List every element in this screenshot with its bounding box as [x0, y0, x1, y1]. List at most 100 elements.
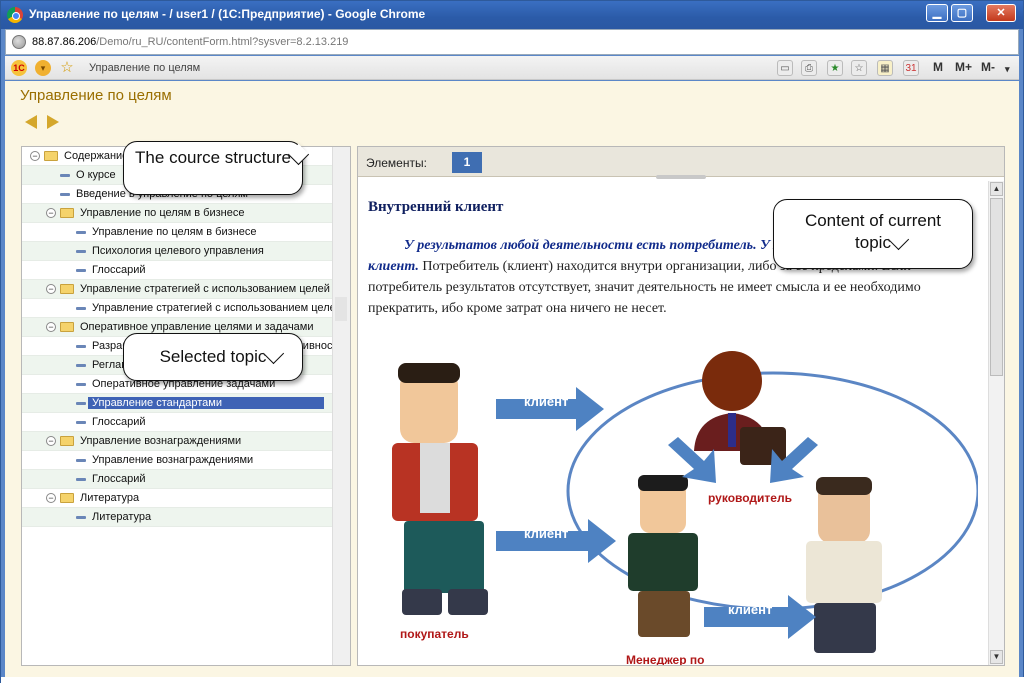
maximize-button[interactable]: ▢: [951, 4, 973, 22]
document-scrollbar[interactable]: ▲ ▼: [988, 181, 1004, 665]
topic-icon: [76, 231, 86, 234]
manager-figure: [628, 475, 698, 637]
chrome-icon: [7, 7, 23, 23]
memory-button[interactable]: M: [933, 60, 943, 74]
forward-arrow-icon[interactable]: [47, 115, 59, 129]
title-bar: Управление по целям - / user1 / (1С:Пред…: [1, 1, 1023, 29]
head-figure: [694, 351, 786, 465]
favorites-icon[interactable]: ☆: [851, 60, 867, 76]
collapse-toggle-icon[interactable]: −: [46, 322, 56, 332]
topic-icon: [76, 478, 86, 481]
topic-icon: [60, 174, 70, 177]
tree-topic-row[interactable]: Управление по целям в бизнесе: [22, 223, 332, 242]
tree-item-label: Управление стратегией с использованием ц…: [80, 283, 330, 295]
collapse-toggle-icon[interactable]: −: [46, 493, 56, 503]
folder-icon: [60, 436, 74, 446]
topic-heading: Внутренний клиент: [368, 199, 504, 215]
topic-icon: [76, 345, 86, 348]
callout-course-structure: The cource structure: [123, 141, 303, 195]
add-favorite-icon[interactable]: ★: [827, 60, 843, 76]
tree-folder-row[interactable]: − Управление по целям в бизнесе: [22, 204, 332, 223]
folder-icon: [60, 322, 74, 332]
topic-icon: [76, 364, 86, 367]
tree-topic-row[interactable]: Управление вознаграждениями: [22, 451, 332, 470]
toolbar-more-icon[interactable]: ▾: [1005, 64, 1010, 75]
tree-topic-row[interactable]: Психология целевого управления: [22, 242, 332, 261]
url-text[interactable]: 88.87.86.206/Demo/ru_RU/contentForm.html…: [32, 36, 348, 48]
onec-menu-icon[interactable]: 1C: [11, 60, 27, 76]
tree-topic-row[interactable]: Управление стандартами: [22, 394, 332, 413]
collapse-toggle-icon[interactable]: −: [46, 436, 56, 446]
callout-topic-content: Content of current topic: [773, 199, 973, 269]
document-scroll-thumb[interactable]: [990, 198, 1003, 376]
tree-item-label: Литература: [80, 492, 140, 504]
callout-course-structure-text: The cource structure: [135, 148, 291, 167]
tree-item-label: Глоссарий: [92, 473, 146, 485]
client-arrow-label: клиент: [524, 526, 569, 541]
tree-scrollbar[interactable]: [332, 147, 350, 665]
client-arrow-label: клиент: [728, 602, 773, 617]
close-button[interactable]: ✕: [986, 4, 1016, 22]
tree-item-label: Глоссарий: [92, 416, 146, 428]
minimize-button[interactable]: ▁: [926, 4, 948, 22]
tree-item-label: Управление вознаграждениями: [80, 435, 242, 447]
tree-item-label: Управление по целям в бизнесе: [80, 207, 245, 219]
topic-icon: [76, 421, 86, 424]
tree-topic-row[interactable]: Литература: [22, 508, 332, 527]
course-tree: −СодержаниеО курсеВведение в управление …: [21, 146, 351, 666]
collapse-toggle-icon[interactable]: −: [46, 208, 56, 218]
tree-item-label: Литература: [92, 511, 152, 523]
tree-topic-row[interactable]: Глоссарий: [22, 413, 332, 432]
panel-splitter[interactable]: [656, 175, 706, 179]
tree-item-label: Содержание: [64, 150, 129, 162]
collapse-toggle-icon[interactable]: −: [46, 284, 56, 294]
tree-item-label: Управление стандартами: [88, 397, 324, 409]
tree-item-label: О курсе: [76, 169, 116, 181]
memory-minus-button[interactable]: M-: [981, 60, 995, 74]
head-label: руководитель: [708, 491, 792, 505]
print-icon[interactable]: ⎙: [801, 60, 817, 76]
window-title: Управление по целям - / user1 / (1С:Пред…: [29, 7, 426, 21]
breadcrumb: Управление по целям: [89, 62, 201, 74]
employee-figure: [806, 477, 882, 653]
tree-folder-row[interactable]: − Литература: [22, 489, 332, 508]
calendar-icon[interactable]: 31: [903, 60, 919, 76]
page-title: Управление по целям: [20, 87, 172, 104]
scroll-up-icon[interactable]: ▲: [990, 182, 1003, 196]
tree-folder-row[interactable]: − Управление вознаграждениями: [22, 432, 332, 451]
callout-selected-topic: Selected topic: [123, 333, 303, 381]
topic-icon: [76, 383, 86, 386]
folder-icon: [44, 151, 58, 161]
tree-item-label: Управление вознаграждениями: [92, 454, 254, 466]
folder-icon: [60, 284, 74, 294]
favorite-star-icon[interactable]: ☆: [59, 60, 75, 76]
content-area: Управление по целям − Содержание О курсе Вв…: [5, 81, 1019, 677]
buyer-figure: [392, 363, 488, 615]
tree-topic-row[interactable]: Управление стратегией с использованием ц…: [22, 299, 332, 318]
collapse-toggle-icon[interactable]: −: [30, 151, 40, 161]
tree-topic-row[interactable]: Глоссарий: [22, 261, 332, 280]
folder-icon: [60, 493, 74, 503]
tree-item-label: Оперативное управление целями и задачами: [80, 321, 314, 333]
memory-plus-button[interactable]: M+: [955, 60, 972, 74]
buyer-label: покупатель: [400, 627, 469, 641]
url-host: 88.87.86.206: [32, 36, 97, 48]
main-menu-dropdown-icon[interactable]: ▾: [35, 60, 51, 76]
internal-client-illustration: клиент клиент клиент покупатель руководи…: [378, 351, 980, 665]
back-arrow-icon[interactable]: [25, 115, 37, 129]
calculator-icon[interactable]: ▦: [877, 60, 893, 76]
illustration-graphic: [392, 351, 980, 653]
scroll-down-icon[interactable]: ▼: [990, 650, 1003, 664]
save-icon[interactable]: ▭: [777, 60, 793, 76]
callout-topic-content-text: Content of current topic: [804, 211, 942, 252]
address-bar[interactable]: 88.87.86.206/Demo/ru_RU/contentForm.html…: [5, 29, 1019, 55]
folder-icon: [60, 208, 74, 218]
tree-topic-row[interactable]: Глоссарий: [22, 470, 332, 489]
client-arrow-label: клиент: [524, 394, 569, 409]
element-page-button[interactable]: 1: [452, 152, 482, 173]
manager-label: Менеджер по: [626, 653, 705, 665]
tree-item-label: Глоссарий: [92, 264, 146, 276]
topic-icon: [76, 269, 86, 272]
tree-scroll-thumb[interactable]: [335, 297, 347, 321]
tree-folder-row[interactable]: − Управление стратегией с использованием …: [22, 280, 332, 299]
